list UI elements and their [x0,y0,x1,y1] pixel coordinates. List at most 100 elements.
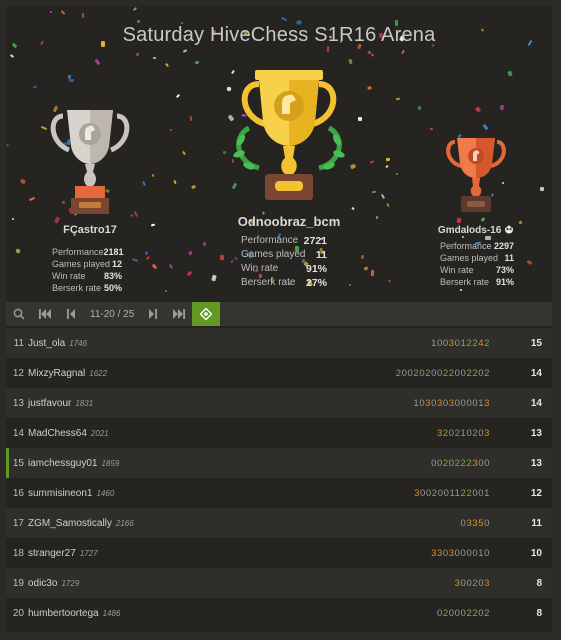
table-row[interactable]: 17 ZGM_Samostically 2166 03350 11 [6,508,552,538]
stat-row: Win rate 91% [241,262,327,276]
table-row[interactable]: 20 humbertoortega 1486 020002202 8 [6,598,552,628]
stat-label: Win rate [440,265,474,275]
confetti-piece [191,184,196,190]
table-row[interactable]: 11 Just_ola 1746 1003012242 15 [6,328,552,358]
player-name[interactable]: MadChess64 [28,428,87,439]
search-button[interactable] [6,302,32,326]
confetti-piece [234,256,238,261]
table-row[interactable]: 18 stranger27 1727 3303000010 10 [6,538,552,568]
table-row[interactable]: 16 summisineon1 1460 3002001122001 12 [6,478,552,508]
jump-to-me-icon [200,308,213,320]
confetti-piece [369,160,375,164]
score-digit: 3 [484,427,490,439]
player-name[interactable]: MixzyRagnal [28,368,85,379]
panda-icon [504,224,514,234]
confetti-piece [360,254,365,260]
stat-label: Games played [241,249,306,260]
score-sheet: 1030303000013 [413,398,490,409]
player-name[interactable]: humbertoortega [28,608,99,619]
player-total: 12 [530,487,542,499]
table-row[interactable]: 14 MadChess64 2021 320210203 13 [6,418,552,448]
player-name[interactable]: Just_ola [28,338,65,349]
stat-label: Performance [52,247,104,257]
player-name[interactable]: stranger27 [28,548,76,559]
current-user-indicator [6,448,9,478]
player-name[interactable]: summisineon1 [28,488,92,499]
stat-value: 91% [305,263,327,275]
confetti-piece [474,106,482,113]
stat-row: Games played 12 [52,258,122,270]
confetti-piece [370,269,375,277]
confetti-piece [15,248,21,254]
podium-first-name[interactable]: Odnoobraz_bcm [214,214,364,229]
player-name[interactable]: ZGM_Samostically [28,518,112,529]
next-page-button[interactable] [140,302,166,326]
confetti-piece [145,251,148,255]
table-row[interactable]: 13 justfavour 1831 1030303000013 14 [6,388,552,418]
player-rank: 12 [12,367,24,379]
podium-first-stats: Performance 2721 Games played 11 Win rate 9… [241,234,327,290]
stat-value: 12 [111,259,122,269]
score-sheet: 03350 [461,518,490,529]
stat-label: Games played [52,259,111,269]
player-rating: 1746 [69,338,88,348]
player-name[interactable]: odic3o [28,578,57,589]
last-page-button[interactable] [166,302,192,326]
gold-trophy-icon [233,70,345,200]
confetti-piece [142,180,146,187]
confetti-piece [60,10,66,15]
player-rank: 14 [12,427,24,439]
confetti-piece [348,283,352,287]
podium-third-name[interactable]: Gmdalods-16 [426,224,526,236]
confetti-piece [230,259,234,264]
confetti-piece [131,258,139,262]
player-total: 8 [536,607,542,619]
confetti-piece [94,58,101,66]
confetti-piece [429,127,434,131]
player-name[interactable]: justfavour [28,398,71,409]
player-total: 10 [530,547,542,559]
table-row[interactable]: 15 iamchessguy01 1859 0020222300 13 [6,448,552,478]
first-page-button[interactable] [32,302,58,326]
confetti-piece [169,128,173,132]
confetti-piece [280,16,288,22]
stat-label: Games played [440,253,499,263]
stat-label: Performance [440,241,492,251]
score-digit: 2 [484,367,490,379]
player-rank: 20 [12,607,24,619]
confetti-piece [507,70,513,77]
table-row[interactable]: 12 MixzyRagnal 1622 2002020022002202 14 [6,358,552,388]
podium-first: Odnoobraz_bcm [214,66,364,229]
confetti-piece [19,178,27,185]
player-rank: 13 [12,397,24,409]
table-row[interactable]: 19 odic3o 1729 300203 8 [6,568,552,598]
confetti-piece [499,104,505,111]
confetti-piece [168,263,174,270]
podium-second: FCastro17 [40,106,140,236]
podium-second-name[interactable]: FCastro17 [40,224,140,236]
stat-value: 73% [495,265,514,275]
confetti-piece [135,52,140,57]
score-sheet: 2002020022002202 [396,368,490,379]
bronze-trophy-icon [446,138,506,212]
stat-label: Berserk rate [52,283,102,293]
standings-table: 11 Just_ola 1746 1003012242 15 12 MixzyR… [6,328,552,628]
score-sheet: 300203 [455,578,490,589]
stat-row: Win rate 73% [440,264,514,276]
stat-value: 27% [305,277,327,289]
next-page-icon [149,309,158,319]
player-name[interactable]: iamchessguy01 [28,458,97,469]
confetti-piece [164,62,170,68]
confetti-piece [348,58,353,65]
stat-row: Berserk rate 27% [241,276,327,290]
score-digit: 3 [484,577,490,589]
stat-row: Performance 2721 [241,234,327,248]
prev-page-button[interactable] [58,302,84,326]
confetti-piece [186,270,193,277]
jump-to-me-button[interactable] [192,302,221,326]
podium-area: Saturday HiveChess S1R16 Arena FCastro17… [6,6,552,302]
confetti-piece [219,254,225,261]
player-rating: 1622 [89,368,108,378]
stat-row: Win rate 83% [52,270,122,282]
confetti-piece [482,123,489,131]
